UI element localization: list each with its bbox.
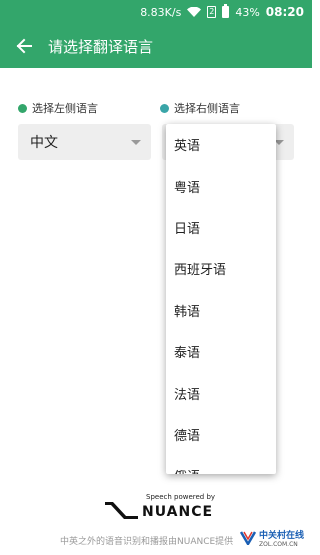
watermark-cn: 中关村在线	[258, 531, 304, 541]
sim-icon: 2	[207, 6, 217, 18]
battery-percent: 43%	[235, 5, 260, 19]
status-bar: 8.83K/s 2 43% 08:20	[0, 0, 312, 24]
footer-note: 中英之外的语音识别和播报由NUANCE提供	[60, 537, 234, 547]
dropdown-option-german[interactable]: 德语	[166, 414, 276, 455]
dropdown-option-cantonese[interactable]: 粤语	[166, 165, 276, 206]
clock: 08:20	[265, 5, 304, 19]
chevron-down-icon	[131, 140, 141, 145]
nuance-logo-icon	[105, 502, 138, 519]
left-selected-value: 中文	[30, 135, 58, 151]
dropdown-option-thai[interactable]: 泰语	[166, 331, 276, 372]
left-language-label: 选择左侧语言	[18, 100, 98, 116]
right-dot-icon	[160, 103, 169, 113]
arrow-left-icon	[16, 38, 32, 54]
dropdown-option-korean[interactable]: 韩语	[166, 290, 276, 331]
app-bar: 请选择翻译语言	[0, 24, 312, 68]
wifi-icon	[187, 7, 202, 17]
dropdown-option-japanese[interactable]: 日语	[166, 207, 276, 248]
powered-by-text: Speech powered by	[146, 493, 216, 501]
nuance-powered-logo: Speech powered by NUANCE	[104, 492, 216, 526]
battery-icon	[222, 4, 230, 18]
dropdown-option-english[interactable]: 英语	[166, 124, 276, 165]
zol-logo-icon	[239, 531, 256, 545]
dropdown-option-spanish[interactable]: 西班牙语	[166, 248, 276, 289]
right-language-label: 选择右侧语言	[160, 100, 240, 116]
right-language-dropdown: 英语 粤语 日语 西班牙语 韩语 泰语 法语 德语 俄语	[166, 124, 276, 474]
network-speed: 8.83K/s	[140, 5, 182, 19]
right-label-text: 选择右侧语言	[174, 102, 240, 115]
dropdown-option-french[interactable]: 法语	[166, 372, 276, 413]
page-title: 请选择翻译语言	[48, 37, 154, 56]
watermark-en: ZOL.COM.CN	[258, 541, 298, 548]
nuance-brand-text: NUANCE	[142, 504, 214, 520]
left-language-select[interactable]: 中文	[18, 124, 151, 160]
back-button[interactable]	[0, 24, 48, 68]
watermark: 中关村在线 ZOL.COM.CN	[239, 528, 304, 548]
left-dot-icon	[18, 103, 27, 113]
left-label-text: 选择左侧语言	[32, 102, 98, 115]
dropdown-option-russian[interactable]: 俄语	[166, 455, 276, 474]
